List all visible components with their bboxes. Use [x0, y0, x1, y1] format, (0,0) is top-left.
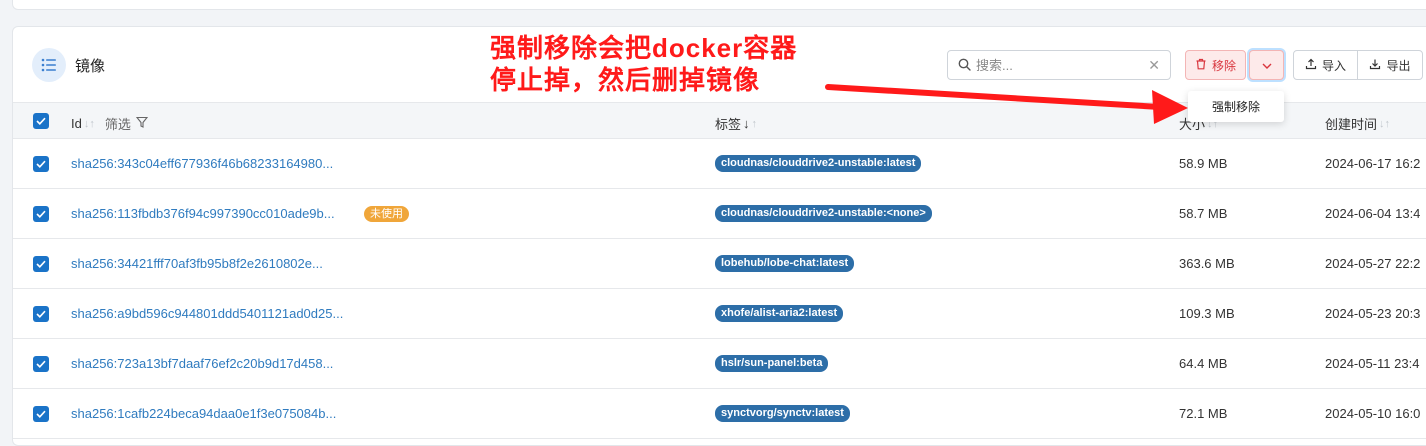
annotation-arrow — [825, 84, 1188, 124]
